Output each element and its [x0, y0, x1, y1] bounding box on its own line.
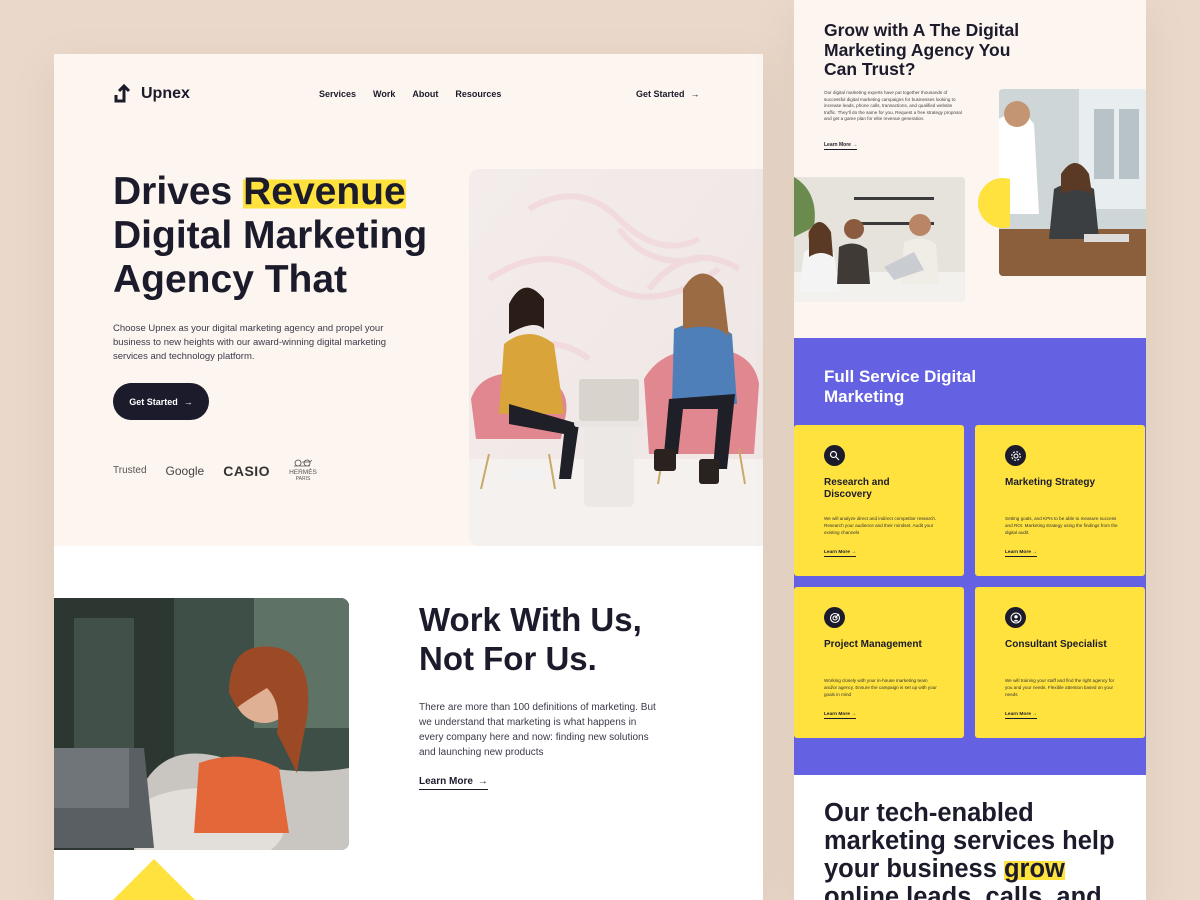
- arrow-right-icon: →: [1032, 712, 1037, 717]
- brand-logo[interactable]: Upnex: [113, 84, 190, 104]
- service-card-title: Marketing Strategy: [1005, 477, 1096, 488]
- nav-link-resources[interactable]: Resources: [455, 89, 501, 99]
- service-card-research[interactable]: Research and Discovery We will analyze d…: [794, 425, 964, 576]
- user-icon: [1005, 607, 1026, 628]
- hero-photo-two-women-talking: [469, 169, 763, 546]
- work-with-us-section: Work With Us, Not For Us. There are more…: [54, 546, 763, 900]
- nav-link-work[interactable]: Work: [373, 89, 395, 99]
- arrow-right-icon: →: [1032, 550, 1037, 555]
- target-icon: [824, 607, 845, 628]
- grow-link-label: Learn More: [824, 142, 851, 148]
- hero-photo-illustration: [469, 169, 763, 546]
- trusted-brands: Trusted Google CASIO HERMÈS PARIS: [113, 458, 317, 483]
- hero-button-label: Get Started: [129, 396, 178, 407]
- service-card-learn-more[interactable]: Learn More →: [1005, 550, 1037, 557]
- grow-learn-more-link[interactable]: Learn More →: [824, 142, 858, 150]
- work-photo-illustration: [54, 598, 349, 850]
- service-card-link-label: Learn More: [1005, 712, 1031, 717]
- tech-enabled-section: Our tech-enabled marketing services help…: [794, 775, 1146, 900]
- office-photo-illustration: [999, 89, 1146, 276]
- tech-title-highlight: grow: [1003, 855, 1065, 883]
- woman-with-laptop-photo: [54, 598, 349, 850]
- nav-links: Services Work About Resources: [319, 89, 501, 99]
- service-card-consultant[interactable]: Consultant Specialist We will training y…: [975, 587, 1145, 738]
- service-card-learn-more[interactable]: Learn More →: [1005, 712, 1037, 719]
- service-card-learn-more[interactable]: Learn More →: [824, 550, 856, 557]
- decorative-yellow-diamond: [112, 858, 196, 900]
- service-card-link-label: Learn More: [824, 712, 850, 717]
- trusted-label: Trusted: [113, 465, 147, 476]
- arrow-right-icon: →: [690, 89, 700, 99]
- nav-link-services[interactable]: Services: [319, 89, 356, 99]
- service-card-title: Research and Discovery: [824, 477, 890, 500]
- tech-title-pre: Our tech-enabled marketing services help…: [824, 799, 1115, 883]
- hero-title-highlight: Revenue: [243, 170, 406, 213]
- arrow-right-icon: →: [852, 142, 858, 148]
- hermes-carriage-icon: [293, 459, 313, 467]
- service-card-title: Project Management: [824, 639, 922, 650]
- service-card-project-management[interactable]: Project Management Working closely with …: [794, 587, 964, 738]
- service-card-description: We will analyze direct and indirect comp…: [824, 516, 937, 535]
- full-service-section: Full Service Digital Marketing Research …: [794, 338, 1146, 775]
- grow-description: Our digital marketing experts have put t…: [824, 90, 962, 122]
- gear-icon: [1005, 445, 1026, 466]
- hero-title-post: Digital Marketing Agency That: [113, 214, 428, 301]
- work-title: Work With Us, Not For Us.: [419, 601, 642, 677]
- search-icon: [824, 445, 845, 466]
- arrow-right-icon: →: [851, 712, 856, 717]
- work-link-label: Learn More: [419, 776, 473, 787]
- hermes-subtext: PARIS: [295, 476, 311, 482]
- landing-page-main: Upnex Services Work About Resources Get …: [54, 54, 763, 900]
- casio-logo: CASIO: [223, 462, 271, 479]
- hero-title-pre: Drives: [113, 170, 244, 213]
- service-card-learn-more[interactable]: Learn More →: [824, 712, 856, 719]
- service-card-description: We will training your staff and find the…: [1005, 678, 1115, 697]
- tech-title: Our tech-enabled marketing services help…: [824, 799, 1144, 900]
- google-logo: Google: [165, 463, 205, 478]
- coworkers-laptop-photo: [794, 177, 965, 302]
- nav-cta-label: Get Started: [636, 89, 685, 99]
- service-card-strategy[interactable]: Marketing Strategy Setting goals, and KP…: [975, 425, 1145, 576]
- landing-page-secondary: Grow with A The Digital Marketing Agency…: [794, 0, 1146, 900]
- work-description: There are more than 100 definitions of m…: [419, 702, 656, 758]
- hero-title: Drives Revenue Digital Marketing Agency …: [113, 170, 453, 302]
- service-card-title: Consultant Specialist: [1005, 639, 1107, 650]
- office-team-photo: [999, 89, 1146, 276]
- service-card-link-label: Learn More: [824, 550, 850, 555]
- full-service-title: Full Service Digital Marketing: [824, 367, 977, 406]
- arrow-right-icon: →: [851, 550, 856, 555]
- arrow-right-icon: →: [183, 396, 193, 407]
- tech-title-post: online leads, calls, and: [824, 883, 1102, 900]
- hermes-text: HERMÈS: [289, 469, 317, 476]
- hero-get-started-button[interactable]: Get Started →: [113, 383, 209, 420]
- nav-get-started-button[interactable]: Get Started →: [636, 89, 700, 99]
- hero-description: Choose Upnex as your digital marketing a…: [113, 323, 387, 362]
- brand-name: Upnex: [141, 85, 190, 102]
- top-navigation: Upnex Services Work About Resources Get …: [54, 54, 763, 134]
- service-card-description: Working closely with your in-house marke…: [824, 678, 937, 697]
- service-card-link-label: Learn More: [1005, 550, 1031, 555]
- service-card-description: Setting goals, and KPIs to be able to me…: [1005, 516, 1118, 535]
- upnex-logo-icon: [114, 84, 131, 103]
- grow-title: Grow with A The Digital Marketing Agency…: [824, 20, 1020, 79]
- work-learn-more-link[interactable]: Learn More →: [419, 776, 488, 790]
- arrow-right-icon: →: [477, 776, 488, 787]
- nav-link-about[interactable]: About: [412, 89, 438, 99]
- hermes-logo: HERMÈS PARIS: [289, 458, 317, 483]
- coworkers-photo-illustration: [794, 177, 965, 302]
